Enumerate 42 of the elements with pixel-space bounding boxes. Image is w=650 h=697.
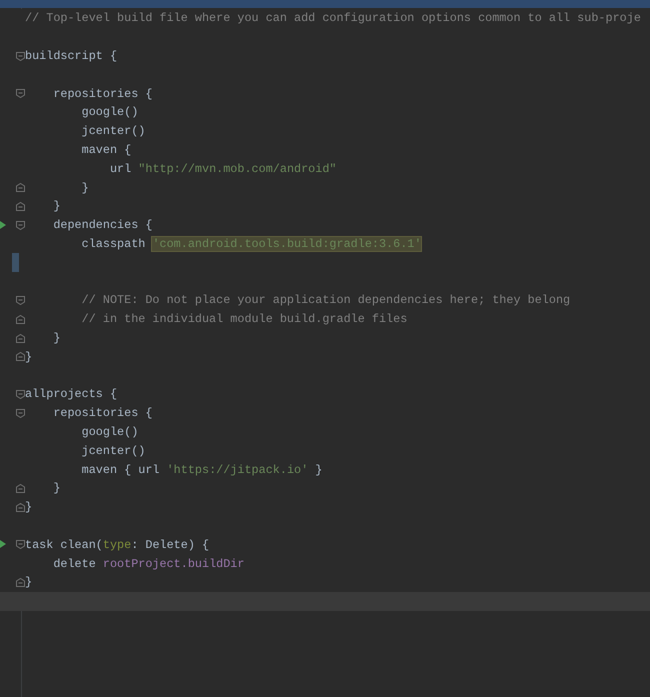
fold-icon[interactable] [16,484,25,493]
code-line: } [80,180,89,195]
code-line: // in the individual module build.gradle files [80,312,408,326]
code-line: task clean(type: Delete) { [25,538,210,552]
code-line: maven { [80,142,132,157]
code-line: jcenter() [80,444,146,458]
fold-icon[interactable] [16,220,25,230]
fold-icon[interactable] [16,540,25,550]
run-icon[interactable] [0,220,6,229]
fold-icon[interactable] [16,390,25,399]
code-line: delete rootProject.buildDir [52,556,244,570]
code-line: } [25,575,32,590]
code-line: url "http://mvn.mob.com/android" [108,162,337,176]
fold-icon[interactable] [16,183,25,192]
fold-icon[interactable] [16,408,25,418]
code-line: allprojects { [25,387,118,402]
code-line: } [25,500,32,514]
fold-icon[interactable] [16,502,25,512]
code-line: } [25,350,32,364]
code-line: // NOTE: Do not place your application dependencies here; they belong [80,293,570,308]
run-icon[interactable] [0,540,6,548]
fold-icon[interactable] [16,52,25,61]
code-line: repositories { [52,406,152,420]
fold-icon[interactable] [16,334,25,343]
code-line: maven { url 'https://jitpack.io' } [80,462,322,477]
fold-icon[interactable] [16,578,25,587]
code-line: jcenter() [80,124,146,138]
fold-icon[interactable] [16,352,25,362]
code-line: buildscript { [25,48,118,63]
code-line: } [52,330,60,345]
code-line: classpath 'com.android.tools.build:gradle:3.6.1' [80,236,422,251]
code-line: google() [80,424,138,439]
code-line: google() [80,105,138,120]
code-line: dependencies { [52,218,152,232]
code-line: } [52,199,60,214]
fold-icon[interactable] [16,202,25,211]
fold-icon[interactable] [16,314,25,324]
fold-icon[interactable] [16,296,25,305]
fold-icon[interactable] [16,89,25,98]
code-line: } [52,481,60,496]
code-line: repositories { [52,86,152,101]
code-line: // Top-level build file where you can add configuration options common to all sub-proje [25,11,641,26]
